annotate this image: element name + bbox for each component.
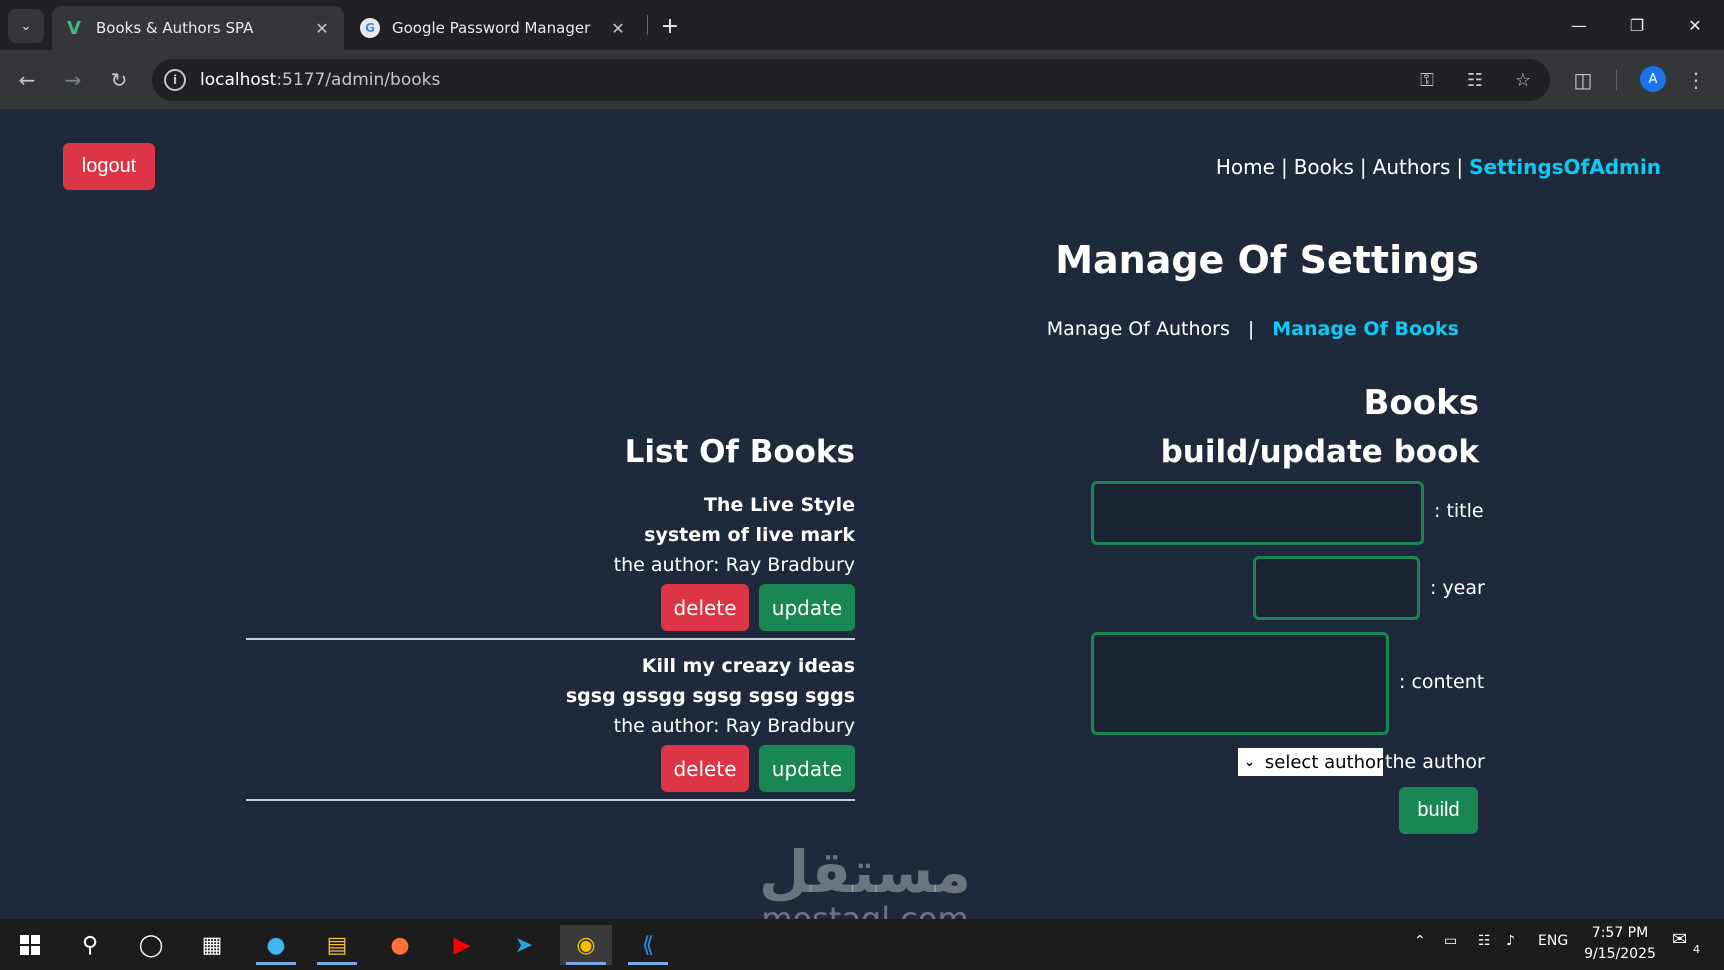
vscode-icon[interactable]: ⟪ [622, 925, 674, 965]
nav-separator: | [1280, 155, 1288, 179]
book-item: Kill my creazy ideas sgsg gssgg sgsg sgs… [245, 651, 855, 792]
update-book-button[interactable]: update [759, 584, 855, 631]
tab-google-password-manager[interactable]: G Google Password Manager ✕ [348, 6, 640, 50]
task-view-icon[interactable]: ▦ [186, 925, 238, 965]
tab-title: Google Password Manager [392, 19, 591, 37]
subnav-manage-books[interactable]: Manage Of Books [1272, 318, 1459, 340]
tray-chevron-up-icon[interactable]: ⌃ [1414, 933, 1426, 949]
update-book-button[interactable]: update [759, 745, 855, 792]
vue-logo-icon: V [67, 17, 81, 39]
year-input[interactable] [1253, 556, 1420, 620]
build-button[interactable]: build [1399, 787, 1478, 834]
volume-icon[interactable]: ♪ [1506, 933, 1515, 949]
subnav-manage-authors[interactable]: Manage Of Authors [1047, 318, 1230, 340]
chrome-icon[interactable]: ◉ [560, 925, 612, 965]
restore-icon[interactable]: ❐ [1622, 12, 1652, 38]
site-info-icon[interactable]: i [164, 69, 186, 91]
year-label: : year [1430, 577, 1485, 599]
book-title: Kill my creazy ideas [641, 655, 855, 677]
content-label: : content [1399, 671, 1485, 693]
browser-toolbar: ← → ↻ i localhost:5177/admin/books ⚿ ☷ ☆… [0, 50, 1724, 110]
build-update-heading: build/update book [1160, 434, 1479, 470]
nav-authors[interactable]: Authors [1373, 155, 1451, 179]
translate-icon[interactable]: ☷ [1462, 67, 1488, 93]
firefox-icon[interactable]: ● [374, 925, 426, 965]
book-divider [246, 638, 855, 640]
taskbar-clock[interactable]: 7:57 PM 9/15/2025 [1580, 923, 1660, 965]
book-item: The Live Style system of live mark the a… [245, 490, 855, 631]
extensions-puzzle-icon[interactable]: ◫ [1567, 64, 1599, 96]
tab-divider [647, 15, 648, 35]
telegram-icon[interactable]: ➤ [498, 925, 550, 965]
file-explorer-icon[interactable]: ▤ [311, 925, 363, 965]
youtube-icon[interactable]: ▶ [436, 925, 488, 965]
language-indicator[interactable]: ENG [1538, 933, 1568, 949]
back-arrow-icon[interactable]: ← [11, 64, 43, 96]
forward-arrow-icon[interactable]: → [57, 64, 89, 96]
search-icon[interactable]: ⚲ [64, 925, 116, 965]
title-label: : title [1434, 500, 1484, 522]
settings-subnav: Manage Of Authors | Manage Of Books [1047, 318, 1459, 340]
profile-avatar[interactable]: A [1640, 66, 1666, 92]
chevron-down-icon: ⌄ [1244, 754, 1255, 770]
books-heading: Books [1363, 383, 1479, 423]
logout-button[interactable]: logout [63, 143, 155, 190]
delete-book-button[interactable]: delete [661, 745, 749, 792]
delete-book-button[interactable]: delete [661, 584, 749, 631]
subnav-separator: | [1247, 318, 1255, 340]
author-label: the author [1385, 751, 1485, 773]
reload-icon[interactable]: ↻ [103, 64, 135, 96]
battery-icon[interactable]: ▭ [1444, 933, 1457, 949]
book-author: the author: Ray Bradbury [613, 715, 855, 737]
edge-browser-icon[interactable]: ● [250, 925, 302, 965]
author-select-value: select author [1264, 751, 1384, 773]
address-bar[interactable]: i localhost:5177/admin/books ⚿ ☷ ☆ [152, 59, 1550, 101]
notification-count: 4 [1693, 943, 1700, 956]
url-text: localhost:5177/admin/books [200, 70, 441, 90]
page-title: Manage Of Settings [1055, 238, 1479, 282]
book-title: The Live Style [703, 494, 855, 516]
key-icon[interactable]: ⚿ [1414, 67, 1440, 93]
browser-tab-bar: ⌄ V Books & Authors SPA ✕ G Google Passw… [0, 0, 1724, 50]
cortana-circle-icon[interactable]: ◯ [125, 925, 177, 965]
nav-separator: | [1456, 155, 1464, 179]
tab-title: Books & Authors SPA [96, 19, 254, 37]
book-content: system of live mark [644, 524, 855, 546]
windows-start-icon[interactable] [4, 925, 56, 965]
windows-taskbar: ⚲ ◯ ▦ ● ▤ ● ▶ ➤ ◉ ⟪ ⌃ ▭ ☷ ♪ ENG ✉ 4 [0, 919, 1724, 970]
list-of-books-heading: List Of Books [624, 434, 855, 470]
minimize-icon[interactable]: — [1564, 12, 1594, 38]
toolbar-divider [1616, 70, 1617, 90]
top-navigation: Home | Books | Authors | SettingsOfAdmin [1216, 155, 1661, 179]
nav-books[interactable]: Books [1294, 155, 1354, 179]
wifi-icon[interactable]: ☷ [1478, 933, 1491, 949]
nav-settings-of-admin[interactable]: SettingsOfAdmin [1469, 155, 1661, 179]
tab-search-chevron-icon[interactable]: ⌄ [8, 9, 44, 43]
nav-separator: | [1359, 155, 1367, 179]
book-content: sgsg gssgg sgsg sgsg sggs [565, 685, 855, 707]
content-textarea[interactable] [1091, 632, 1389, 735]
nav-home[interactable]: Home [1216, 155, 1275, 179]
google-logo-icon: G [360, 18, 380, 38]
notifications-icon[interactable]: ✉ [1672, 929, 1687, 950]
book-author: the author: Ray Bradbury [613, 554, 855, 576]
menu-kebab-icon[interactable]: ⋮ [1680, 64, 1712, 96]
window-close-icon[interactable]: ✕ [1680, 12, 1710, 38]
tab-books-authors[interactable]: V Books & Authors SPA ✕ [52, 6, 344, 50]
close-icon[interactable]: ✕ [608, 19, 628, 38]
star-icon[interactable]: ☆ [1510, 67, 1536, 93]
close-icon[interactable]: ✕ [312, 19, 332, 38]
new-tab-plus-icon[interactable]: + [656, 12, 684, 40]
author-select[interactable]: ⌄ select author [1238, 748, 1383, 776]
title-input[interactable] [1091, 481, 1424, 545]
book-divider [246, 799, 855, 801]
